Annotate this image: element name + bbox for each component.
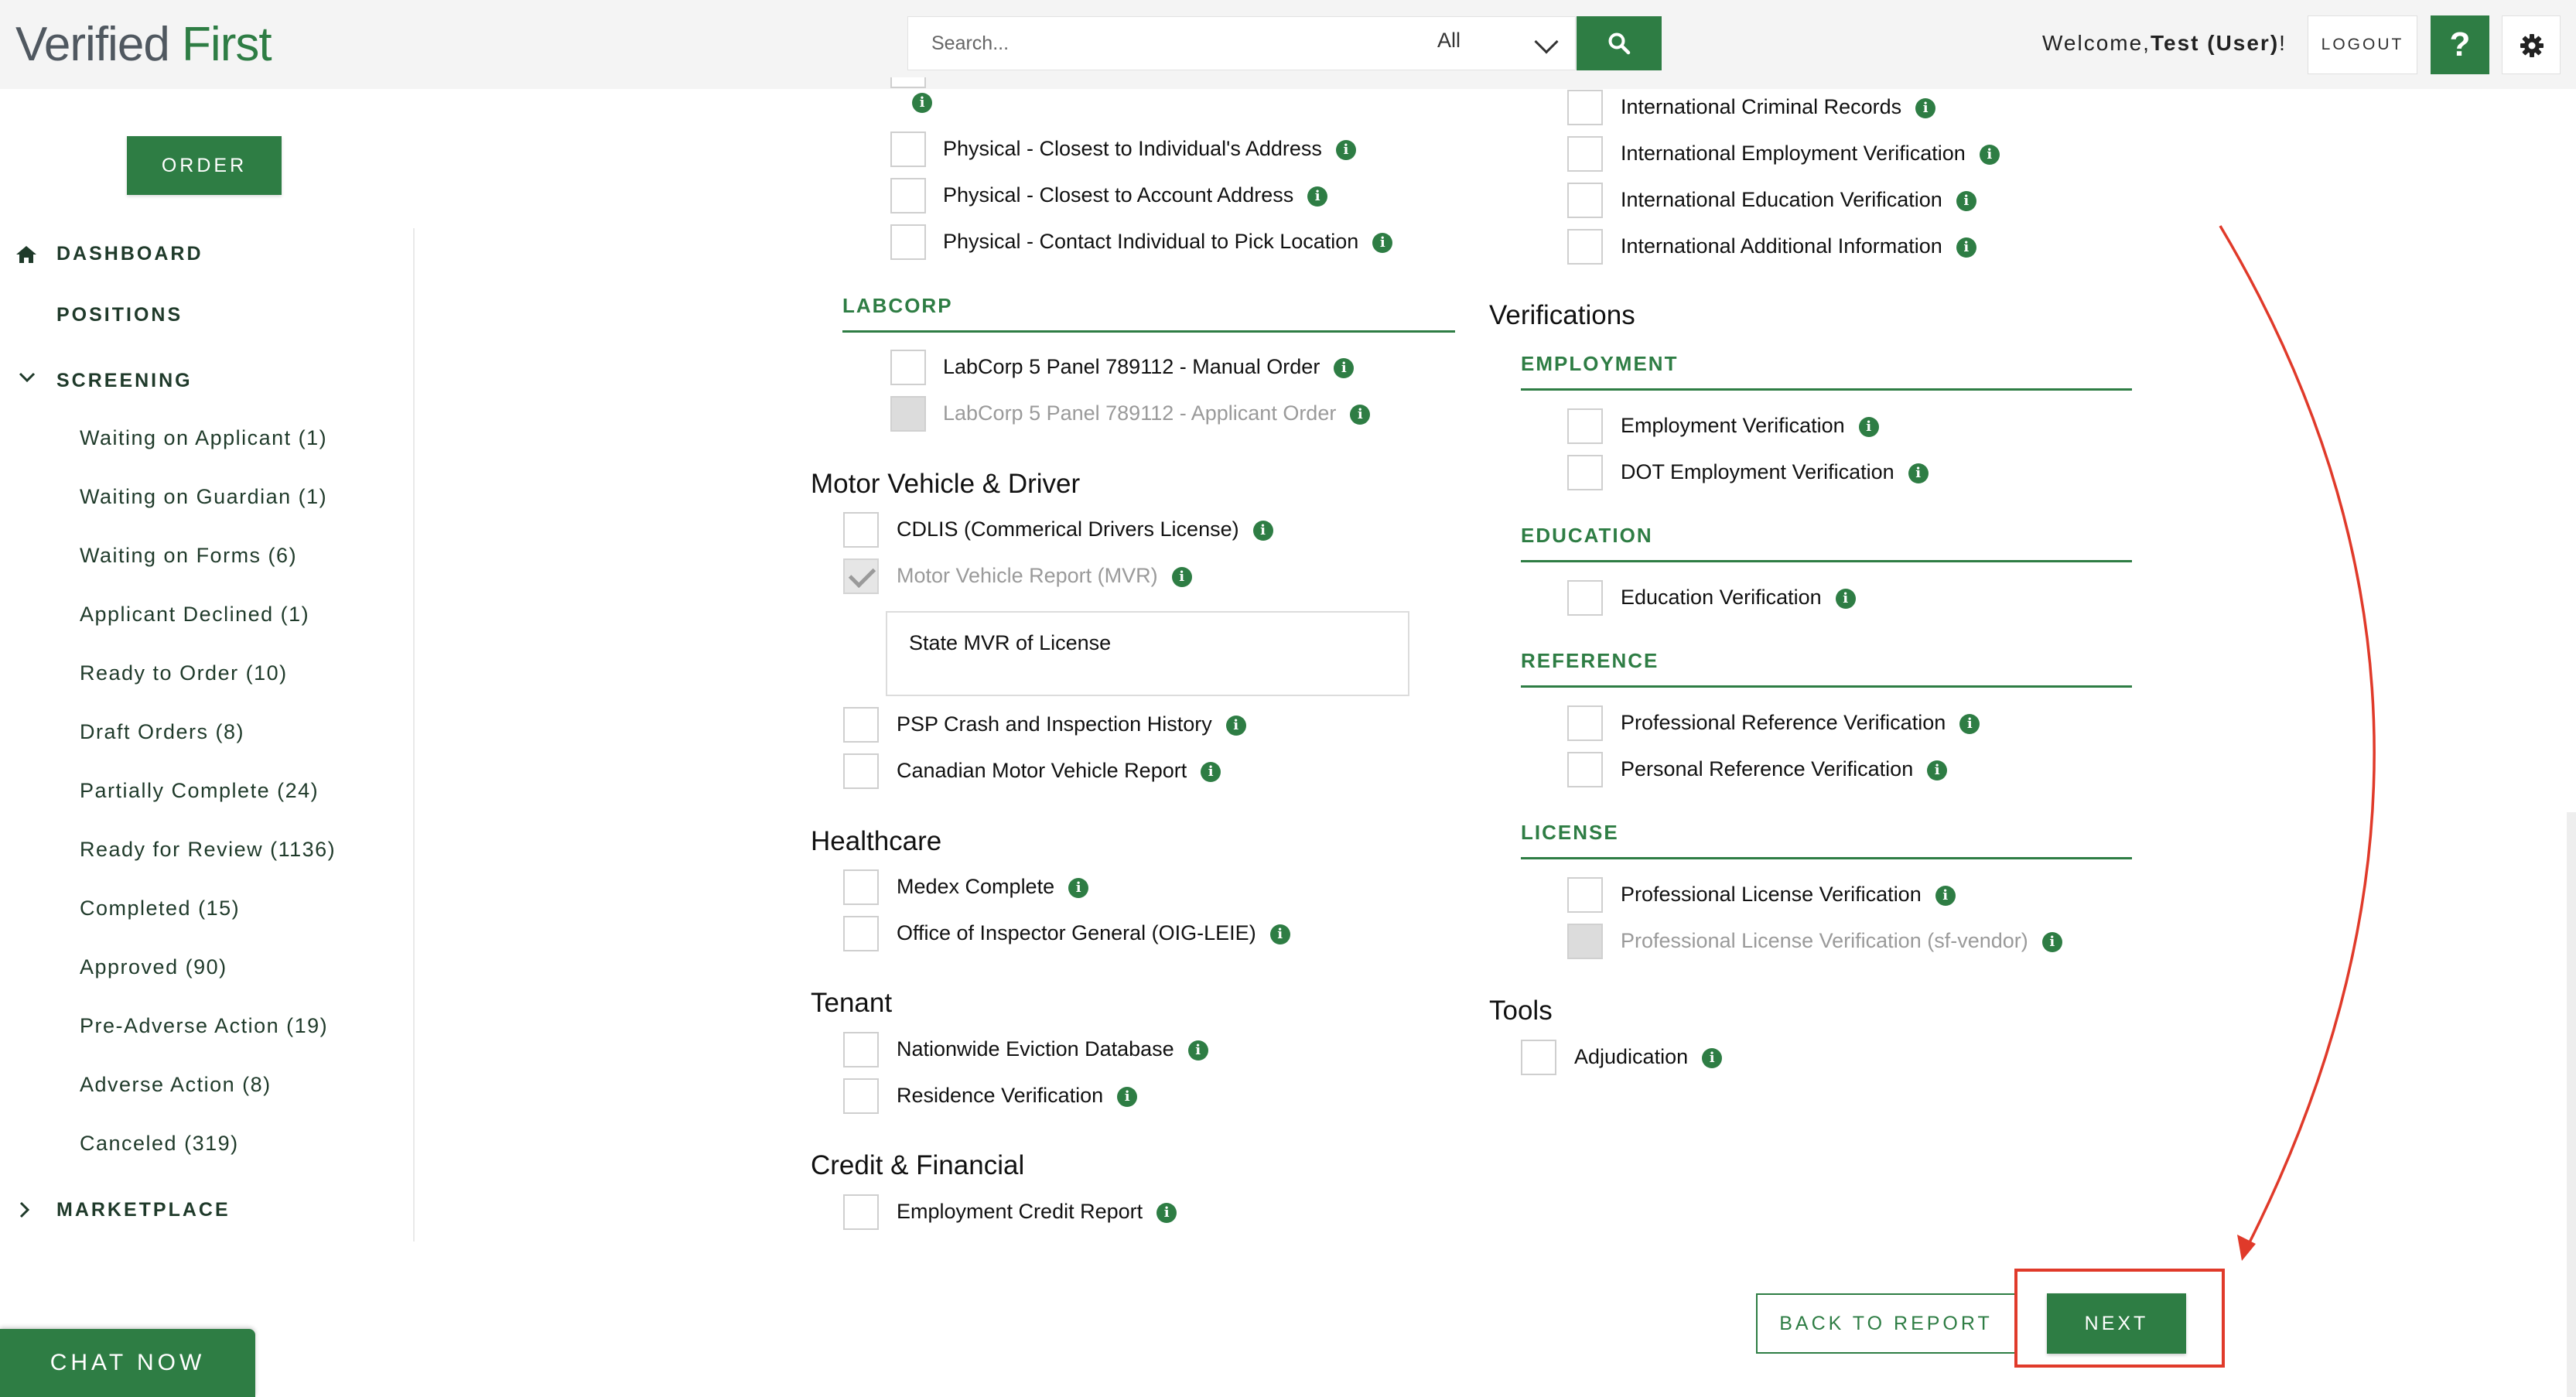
scrollbar-track[interactable] bbox=[2567, 812, 2576, 1397]
annotation-arrow-icon bbox=[2219, 225, 2376, 1261]
